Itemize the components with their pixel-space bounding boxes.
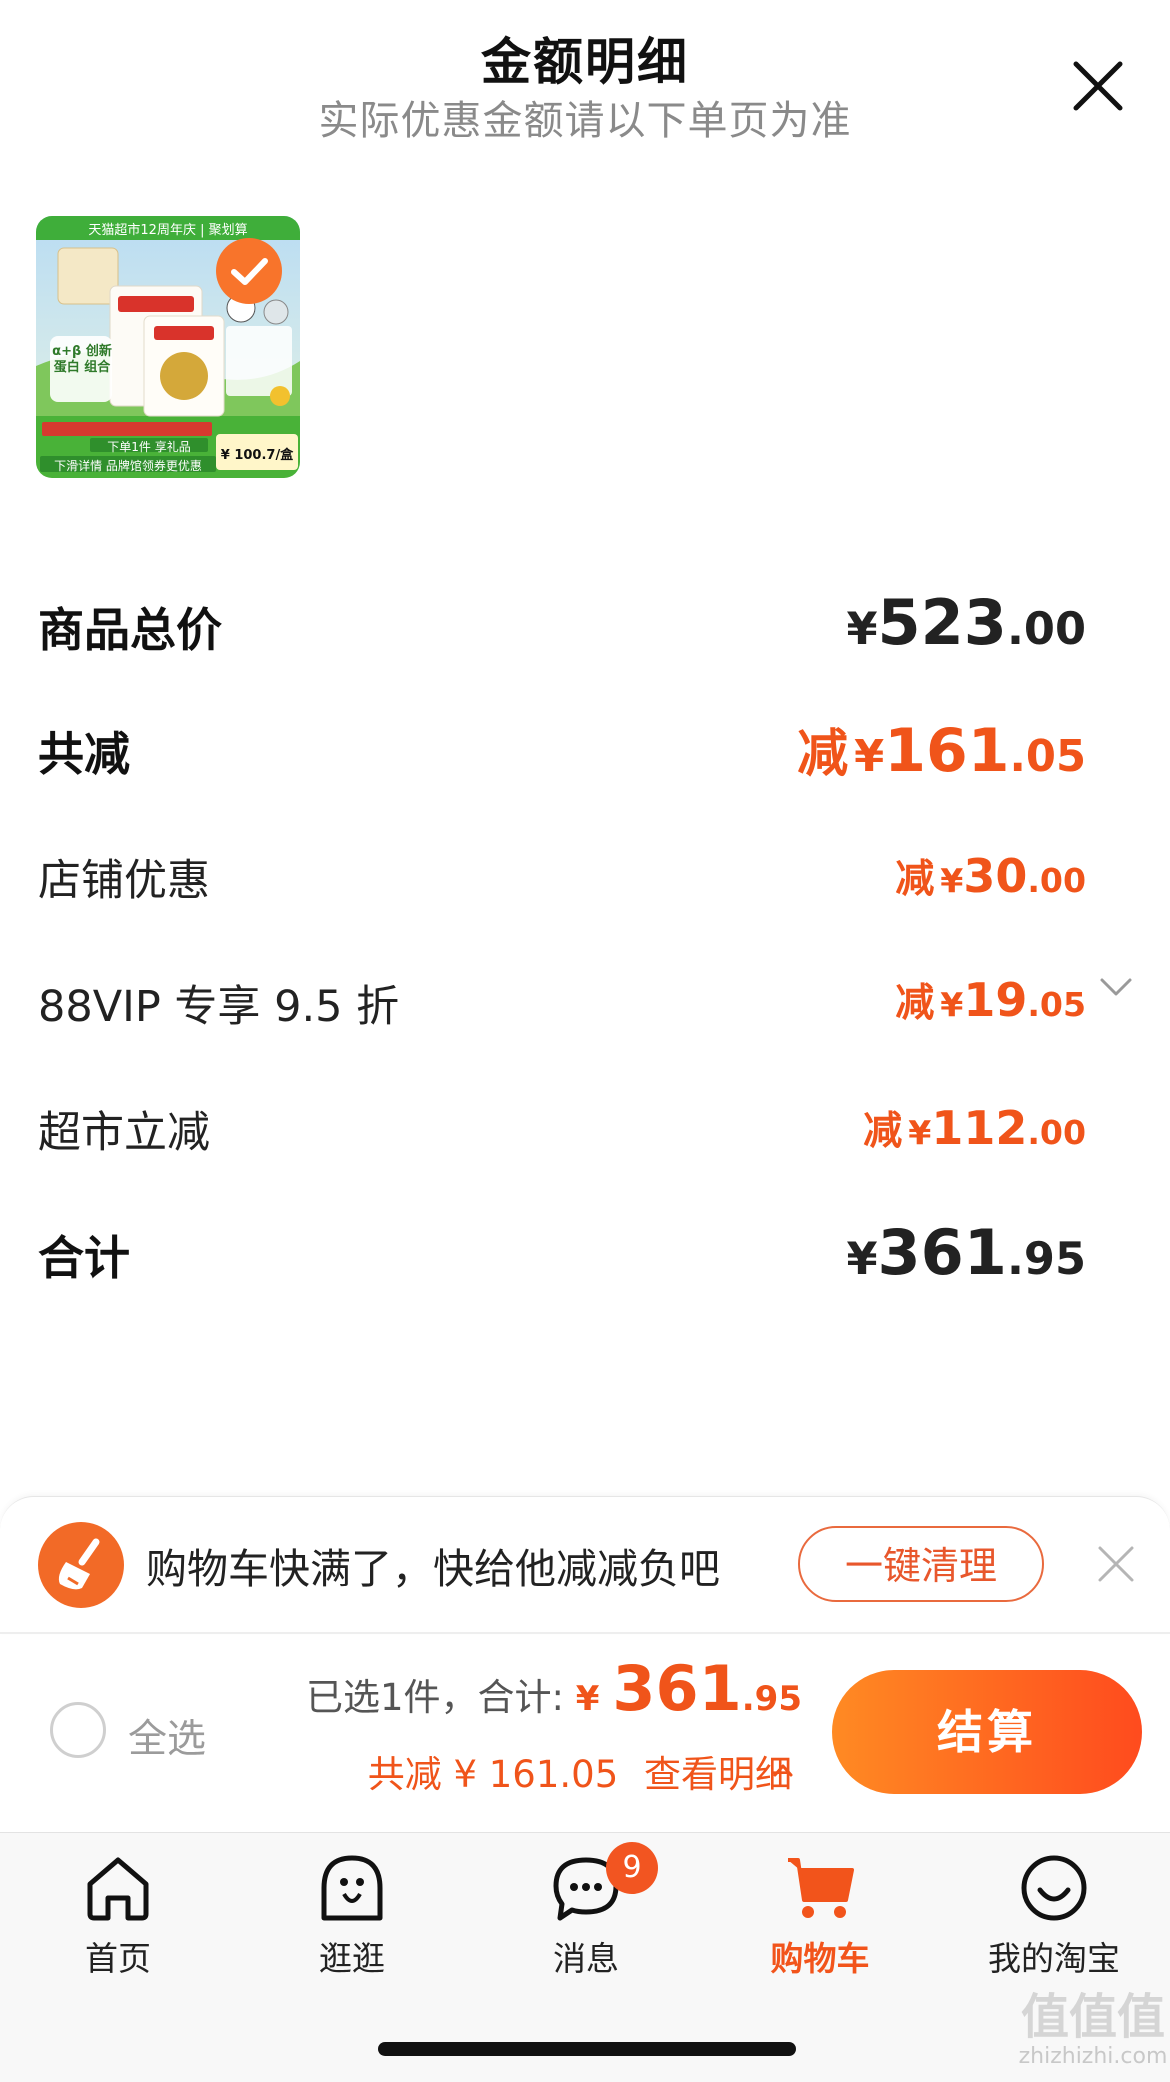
home-icon — [87, 1857, 149, 1921]
tab-home[interactable]: 首页 — [18, 1850, 218, 1980]
store-discount-label: 店铺优惠 — [38, 856, 210, 906]
selected-count-text: 已选1件，合计: — [306, 1676, 565, 1719]
one-click-clean-button[interactable]: 一键清理 — [798, 1526, 1044, 1602]
total-price-value: ¥523.00 — [846, 586, 1086, 659]
market-discount-label: 超市立减 — [38, 1108, 210, 1158]
market-discount-value: 减 ¥112.00 — [863, 1101, 1086, 1155]
product-footer-text: 下滑详情 品牌馆领券更优惠 — [54, 459, 202, 473]
tab-cart[interactable]: 购物车 — [720, 1850, 920, 1980]
chevron-down-icon[interactable] — [1098, 976, 1134, 1000]
tab-label: 消息 — [553, 1939, 619, 1978]
view-detail-text[interactable]: 查看明细 — [644, 1753, 792, 1796]
select-all-radio[interactable] — [50, 1702, 106, 1758]
total-discount-label: 共减 — [38, 727, 130, 781]
store-discount-value: 减 ¥30.00 — [895, 849, 1086, 903]
grand-total-label: 合计 — [38, 1231, 130, 1285]
tab-label: 首页 — [85, 1939, 151, 1978]
tab-profile[interactable]: 我的淘宝 — [954, 1850, 1154, 1980]
tab-label: 逛逛 — [319, 1939, 385, 1978]
chevron-up-icon[interactable] — [772, 1762, 794, 1778]
page-title: 金额明细 — [481, 33, 689, 91]
vip-discount-value[interactable]: 减 ¥19.05 — [895, 972, 1086, 1028]
watermark: 值值值 zhizhizhi.com — [1018, 1989, 1168, 2069]
profile-icon — [1021, 1855, 1087, 1921]
select-all-label[interactable]: 全选 — [128, 1708, 206, 1764]
tab-browse[interactable]: 逛逛 — [252, 1850, 452, 1980]
selected-total: 已选1件，合计: ¥ 361.95 — [306, 1652, 802, 1725]
page-subtitle: 实际优惠金额请以下单页为准 — [318, 98, 852, 144]
browse-icon — [321, 1855, 383, 1921]
total-discount-value: 减 ¥161.05 — [797, 716, 1086, 786]
grand-total-value: ¥361.95 — [846, 1216, 1086, 1289]
discount-detail-link[interactable]: 共减 ¥ 161.05 查看明细 — [368, 1744, 792, 1798]
tab-label: 我的淘宝 — [988, 1939, 1120, 1978]
checkout-button[interactable]: 结算 — [832, 1670, 1142, 1794]
product-promo-text: 下单1件 享礼品 — [107, 440, 191, 454]
home-indicator — [378, 2042, 796, 2056]
total-price-label: 商品总价 — [38, 603, 222, 657]
close-icon[interactable] — [1068, 56, 1128, 116]
broom-icon — [38, 1522, 124, 1608]
discount-total-text: 共减 ¥ 161.05 — [367, 1753, 619, 1796]
close-icon[interactable] — [1096, 1544, 1136, 1584]
checkmark-icon[interactable] — [214, 236, 284, 306]
cart-icon — [788, 1858, 854, 1918]
divider — [0, 1632, 1170, 1634]
vip-discount-label: 88VIP 专享 9.5 折 — [38, 982, 400, 1032]
product-price-text: ¥ 100.7/盒 — [220, 448, 294, 463]
product-badge-text: α+β 创新蛋白 组合 — [52, 344, 112, 375]
tab-label: 购物车 — [770, 1939, 870, 1978]
message-count-badge: 9 — [606, 1842, 658, 1894]
banner-message: 购物车快满了，快给他减减负吧 — [146, 1545, 720, 1593]
checkout-total: ¥ 361.95 — [575, 1652, 802, 1725]
product-thumbnail[interactable]: 天猫超市12周年庆 | 聚划算 α+β 创新蛋白 组合 下单1件 享礼品 下滑详… — [36, 216, 300, 478]
